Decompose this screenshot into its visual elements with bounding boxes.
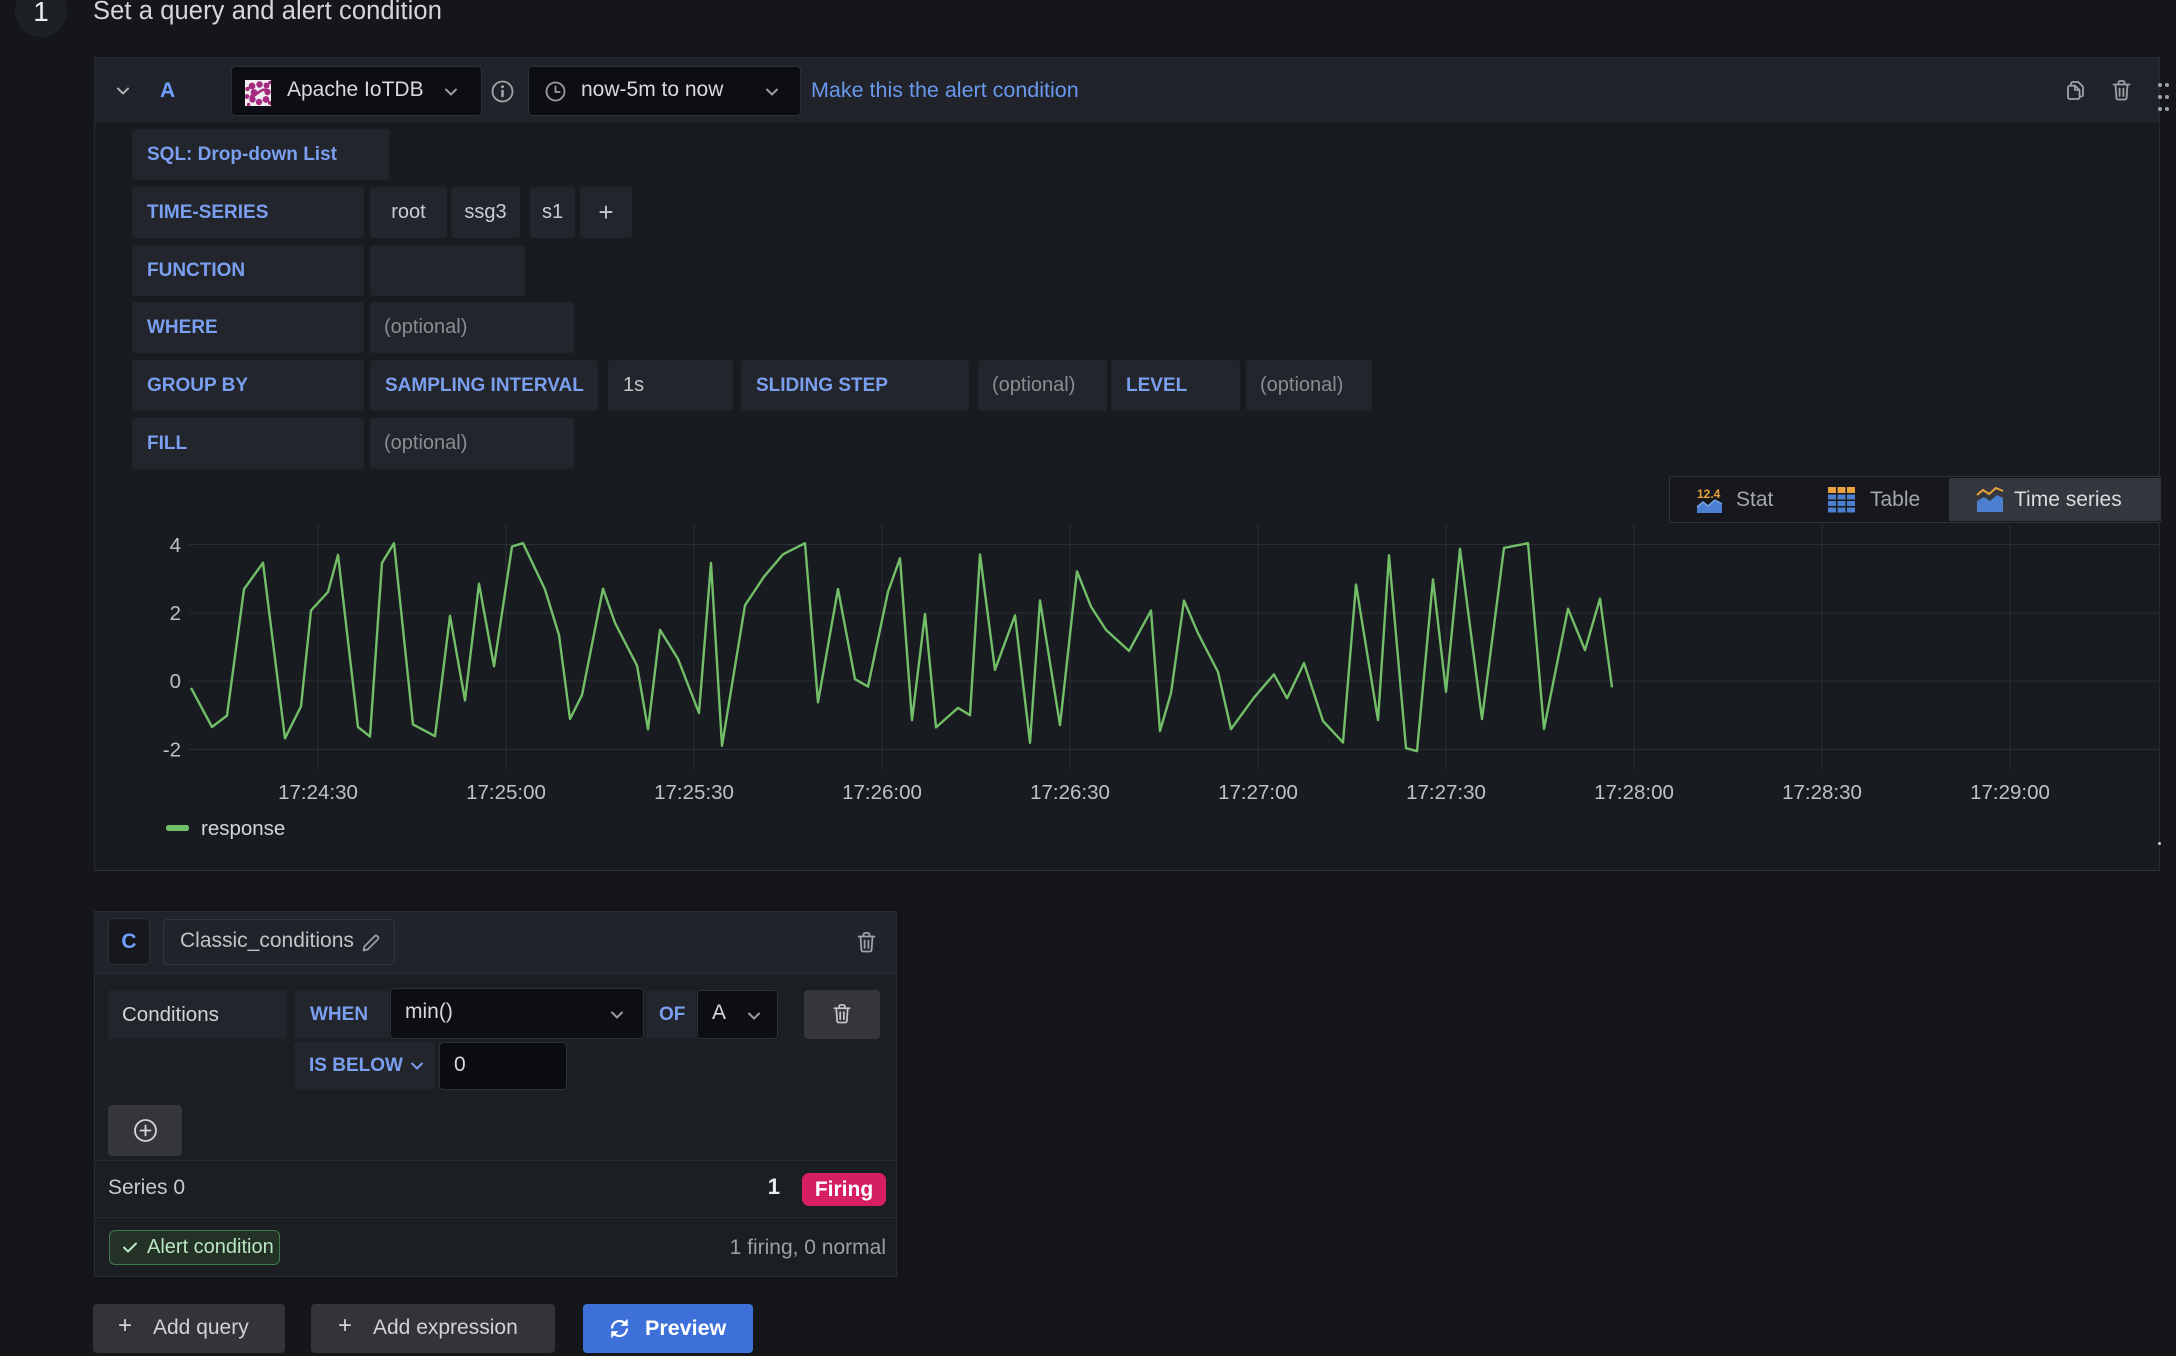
svg-text:17:28:00: 17:28:00: [1594, 781, 1674, 804]
svg-text:17:27:30: 17:27:30: [1406, 781, 1486, 804]
svg-text:17:25:00: 17:25:00: [466, 781, 546, 804]
svg-text:17:25:30: 17:25:30: [654, 781, 734, 804]
svg-text:2: 2: [170, 602, 181, 625]
svg-text:17:26:30: 17:26:30: [1030, 781, 1110, 804]
svg-text:17:29:00: 17:29:00: [1970, 781, 2050, 804]
svg-text:17:28:30: 17:28:30: [1782, 781, 1862, 804]
svg-text:12.4: 12.4: [1697, 487, 1721, 501]
svg-text:-2: -2: [163, 739, 181, 762]
svg-text:17:27:00: 17:27:00: [1218, 781, 1298, 804]
svg-text:17:26:00: 17:26:00: [842, 781, 922, 804]
svg-text:0: 0: [170, 670, 181, 693]
svg-text:4: 4: [170, 534, 181, 557]
svg-text:17:24:30: 17:24:30: [278, 781, 358, 804]
svg-text:response: response: [201, 817, 285, 840]
